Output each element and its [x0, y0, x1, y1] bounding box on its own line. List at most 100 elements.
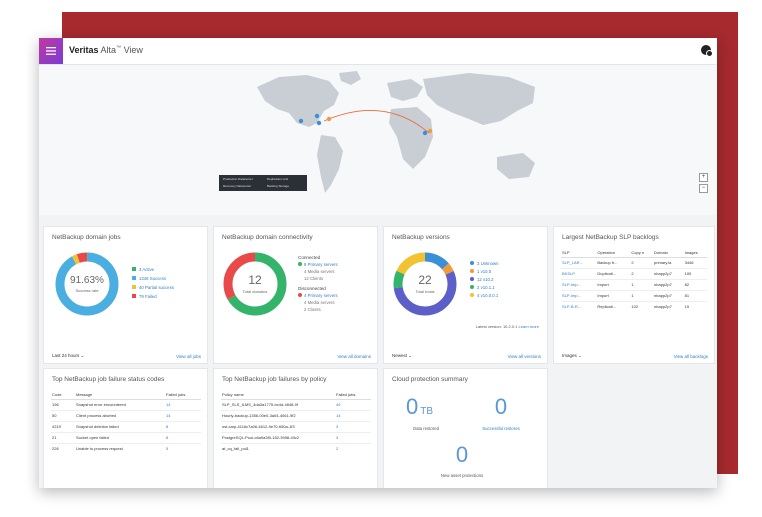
- view-all-backlogs-link[interactable]: View all backlogs: [674, 354, 708, 359]
- slp-name-link[interactable]: BKSLP: [561, 268, 596, 279]
- north-america-shape: [257, 75, 339, 127]
- column-header: Code: [52, 391, 62, 397]
- legend-item[interactable]: 40 Partial success: [132, 285, 174, 290]
- menu-button[interactable]: [39, 38, 63, 64]
- legend-item[interactable]: 3 Active: [132, 267, 174, 272]
- disconnected-item: 4 Media servers: [304, 300, 335, 305]
- sort-filter-dropdown[interactable]: Newest ⌄: [392, 353, 412, 359]
- failed-jobs-link[interactable]: 5: [165, 443, 201, 454]
- product-name: Alta: [100, 45, 117, 55]
- datacenter-marker: [427, 128, 433, 134]
- map-legend: Production Datacenter Recovery Datacente…: [219, 175, 307, 191]
- table-cell: 1: [631, 282, 634, 287]
- data-restored-unit: TB: [420, 406, 434, 417]
- table-row[interactable]: 21 Socket open failed 8: [51, 432, 201, 443]
- table-row[interactable]: SLP-Imp... Import 1 nbapp2p7 81: [561, 290, 707, 301]
- failed-jobs-link[interactable]: 8: [165, 421, 201, 432]
- table-row[interactable]: 226 Unable to process request 5: [51, 443, 201, 454]
- column-header: Policy name: [222, 391, 244, 397]
- table-cell: Import: [597, 282, 609, 287]
- legend-item[interactable]: 4 v10.0.0.1: [470, 293, 499, 298]
- connected-item: 12 Clients: [304, 276, 324, 281]
- successful-restores-link[interactable]: Successful restores: [466, 426, 536, 431]
- card-title: NetBackup versions: [392, 234, 450, 241]
- column-header: Copy n: [631, 249, 645, 255]
- failed-jobs-link[interactable]: 14: [165, 410, 201, 421]
- table-row[interactable]: SLP-B-R... Replicati... 102 nbapp2p7 15: [561, 301, 707, 312]
- table-cell: Snapshot deletion failed: [76, 424, 119, 429]
- failed-jobs-link[interactable]: 3: [335, 432, 371, 443]
- view-all-jobs-link[interactable]: View all jobs: [176, 354, 201, 359]
- table-row[interactable]: Hourly-backup-1356-00e0-3a04-4061-9f2 14: [221, 410, 371, 421]
- connected-item: 4 Media servers: [304, 269, 335, 274]
- slp-name-link[interactable]: SLP-Imp...: [561, 279, 596, 290]
- legend-item[interactable]: 79 Failed: [132, 294, 174, 299]
- view-all-domains-link[interactable]: View all domains: [337, 354, 371, 359]
- disconnected-item: 2 Clients: [304, 307, 321, 312]
- legend-item[interactable]: 2 v10.1.1: [470, 285, 499, 290]
- failed-jobs-link[interactable]: 14: [335, 410, 371, 421]
- metric-filter-dropdown[interactable]: Images ⌄: [562, 353, 582, 359]
- view-all-versions-link[interactable]: View all versions: [508, 354, 541, 359]
- card-title: NetBackup domain connectivity: [222, 234, 313, 241]
- legend-item[interactable]: 1 v10.0: [470, 269, 499, 274]
- latest-version-note: Latest version: 10.2.0.1 Learn more: [475, 324, 539, 329]
- legend-swatch: [470, 293, 474, 297]
- table-cell: Socket open failed: [76, 435, 109, 440]
- failed-jobs-link[interactable]: 49: [335, 399, 371, 410]
- table-row[interactable]: SLP_SLS_ILMS_4da3a1775-bc4d-4848-0f 49: [221, 399, 371, 410]
- table-cell: Client process aborted: [76, 413, 117, 418]
- slp-name-link[interactable]: SLP_LAR...: [561, 257, 596, 268]
- slp-name-link[interactable]: SLP-Imp...: [561, 290, 596, 301]
- australia-shape: [497, 153, 535, 179]
- connected-heading: Connected: [298, 255, 321, 260]
- slp-name-link[interactable]: SLP-B-R...: [561, 301, 596, 312]
- europe-shape: [387, 79, 423, 101]
- table-cell: primary.la: [654, 260, 672, 265]
- card-title: Largest NetBackup SLP backlogs: [562, 234, 659, 241]
- new-assets-value: 0: [455, 442, 469, 467]
- table-row[interactable]: ost.carp-4116c7a06-4612-9e70-650a-1f3 3: [221, 421, 371, 432]
- learn-more-link[interactable]: Learn more: [519, 324, 539, 329]
- table-row[interactable]: SLP-Imp... Import 1 nbapp2p7 82: [561, 279, 707, 290]
- table-row[interactable]: 50 Client process aborted 14: [51, 410, 201, 421]
- zoom-out-button[interactable]: −: [699, 184, 708, 193]
- table-cell: nbapp2p7: [654, 282, 672, 287]
- total-hosts-label: Total hosts: [415, 289, 435, 294]
- policy-name-cell: SLP_SLS_ILMS_4da3a1775-bc4d-4848-0f: [222, 402, 299, 407]
- table-cell: Import: [597, 293, 609, 298]
- connected-item[interactable]: 8 Primary servers: [298, 262, 338, 267]
- column-header: Failed jobs: [166, 391, 186, 397]
- legend-item[interactable]: 3 Unknown: [470, 261, 499, 266]
- datacenter-marker: [326, 116, 332, 122]
- chevron-down-icon: ⌄: [578, 353, 582, 358]
- table-row[interactable]: 4219 Snapshot deletion failed 8: [51, 421, 201, 432]
- policy-name-cell: at_cq_fail_pol1: [222, 446, 249, 452]
- legend-item[interactable]: 1346 Success: [132, 276, 174, 281]
- failed-jobs-link[interactable]: 8: [165, 432, 201, 443]
- table-row[interactable]: SLP_LAR... Backup fr... 2 primary.la 3446: [561, 257, 707, 268]
- table-cell: 82: [684, 282, 690, 287]
- failed-jobs-link[interactable]: 14: [165, 399, 201, 410]
- table-row[interactable]: at_cq_fail_pol1 2: [221, 443, 371, 454]
- legend-item[interactable]: 12 v10.2: [470, 277, 499, 282]
- table-cell: Duplicati...: [597, 271, 617, 276]
- legend-item: Production Datacenter: [223, 177, 253, 181]
- table-cell: Backup fr...: [597, 260, 618, 265]
- table-header-row: SLP Operation Copy n Domain Images: [561, 248, 707, 257]
- time-filter-dropdown[interactable]: Last 24 hours ⌄: [52, 353, 84, 359]
- zoom-in-button[interactable]: +: [699, 173, 708, 182]
- netbackup-versions-card: NetBackup versions 22 Total hosts 3 Unkn…: [383, 226, 548, 364]
- slp-backlogs-card: Largest NetBackup SLP backlogs SLP Opera…: [553, 226, 715, 364]
- disconnected-item[interactable]: 4 Primary servers: [298, 293, 338, 298]
- failed-jobs-link[interactable]: 2: [335, 443, 371, 454]
- user-avatar-icon[interactable]: [701, 45, 713, 57]
- legend-swatch: [132, 294, 136, 298]
- table-row[interactable]: BKSLP Duplicati... 2 nbapp2p7 100: [561, 268, 707, 279]
- table-cell: nbapp2p7: [654, 271, 672, 276]
- table-row[interactable]: 196 Snapshot error encountered 14: [51, 399, 201, 410]
- disconnected-list: 4 Primary servers 4 Media servers 2 Clie…: [298, 293, 338, 312]
- failures-by-policy-card: Top NetBackup job failures by policy Pol…: [213, 368, 378, 488]
- table-row[interactable]: PostgreSQL-Pool-c6a9a3f0-182-3998-40c2 3: [221, 432, 371, 443]
- failed-jobs-link[interactable]: 3: [335, 421, 371, 432]
